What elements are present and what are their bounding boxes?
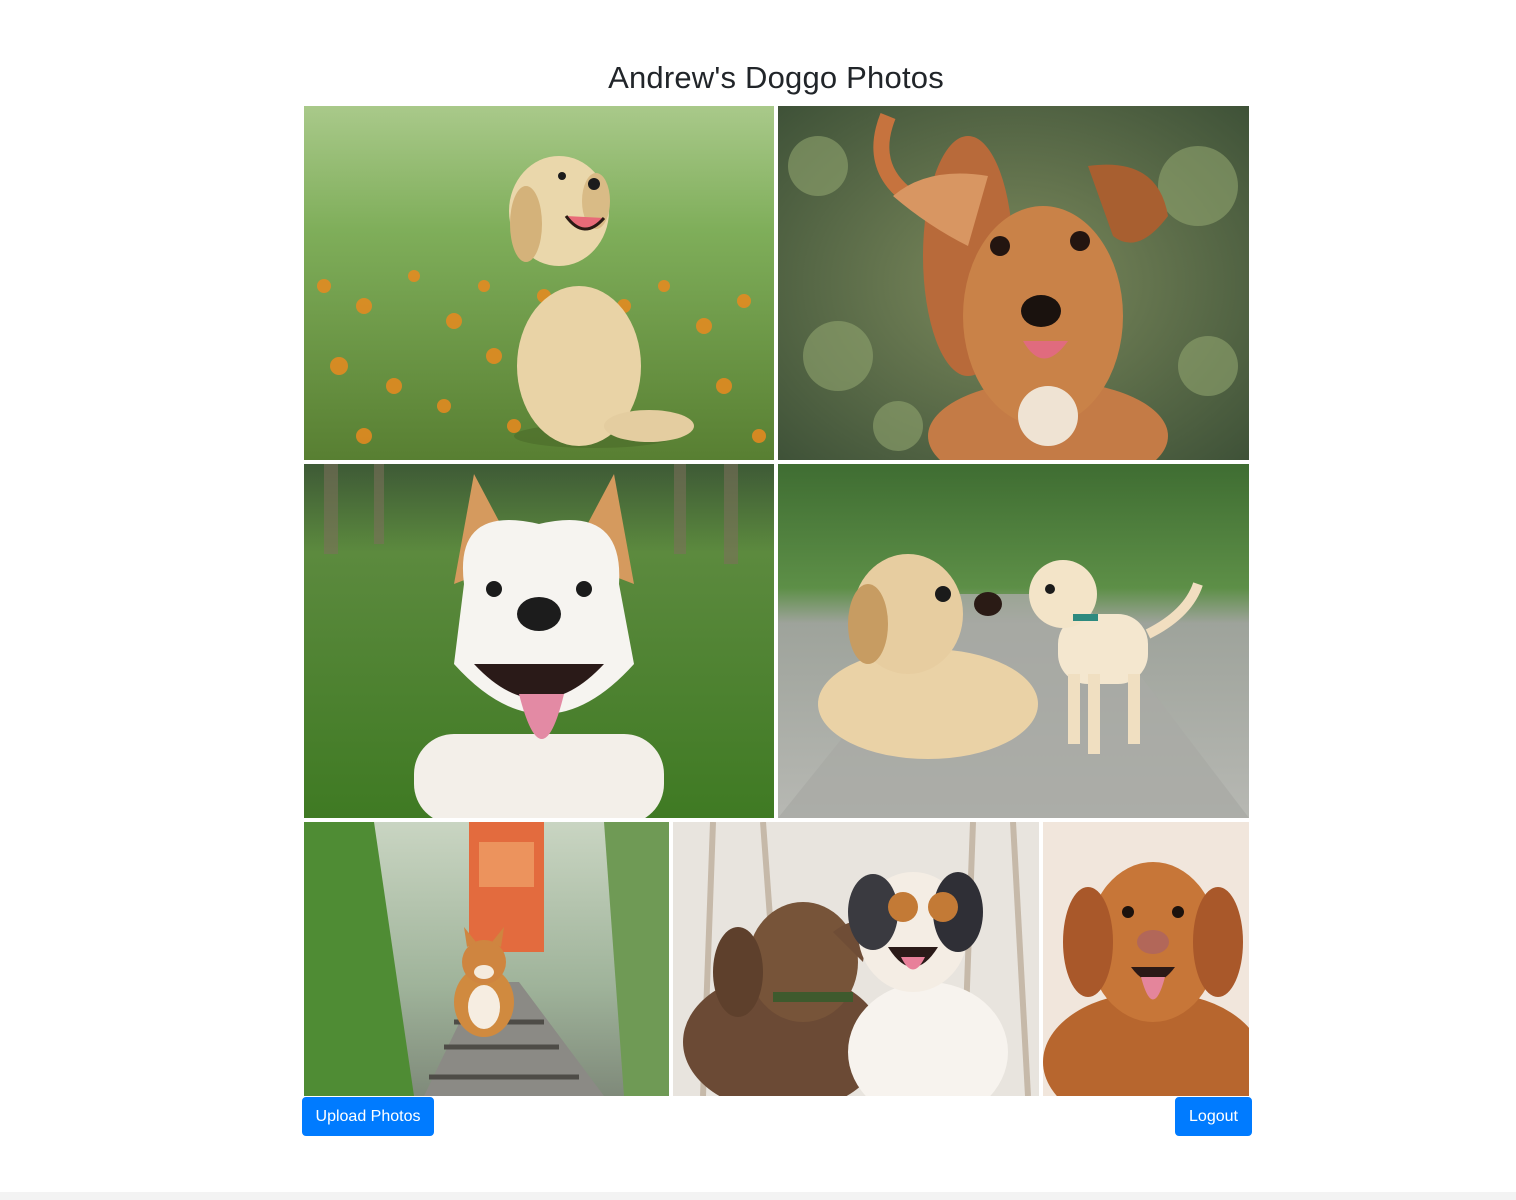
gallery-photo-1[interactable] [304, 106, 774, 460]
gallery-photo-5[interactable] [304, 822, 669, 1096]
page-title: Andrew's Doggo Photos [608, 60, 944, 95]
logout-button[interactable]: Logout [1175, 1097, 1252, 1136]
gallery-photo-6[interactable] [673, 822, 1039, 1096]
gallery-photo-7[interactable] [1043, 822, 1249, 1096]
gallery-photo-3[interactable] [304, 464, 774, 818]
gallery-photo-2[interactable] [778, 106, 1249, 460]
page-footer-divider [0, 1192, 1516, 1200]
upload-photos-button[interactable]: Upload Photos [302, 1097, 434, 1136]
gallery-photo-4[interactable] [778, 464, 1249, 818]
